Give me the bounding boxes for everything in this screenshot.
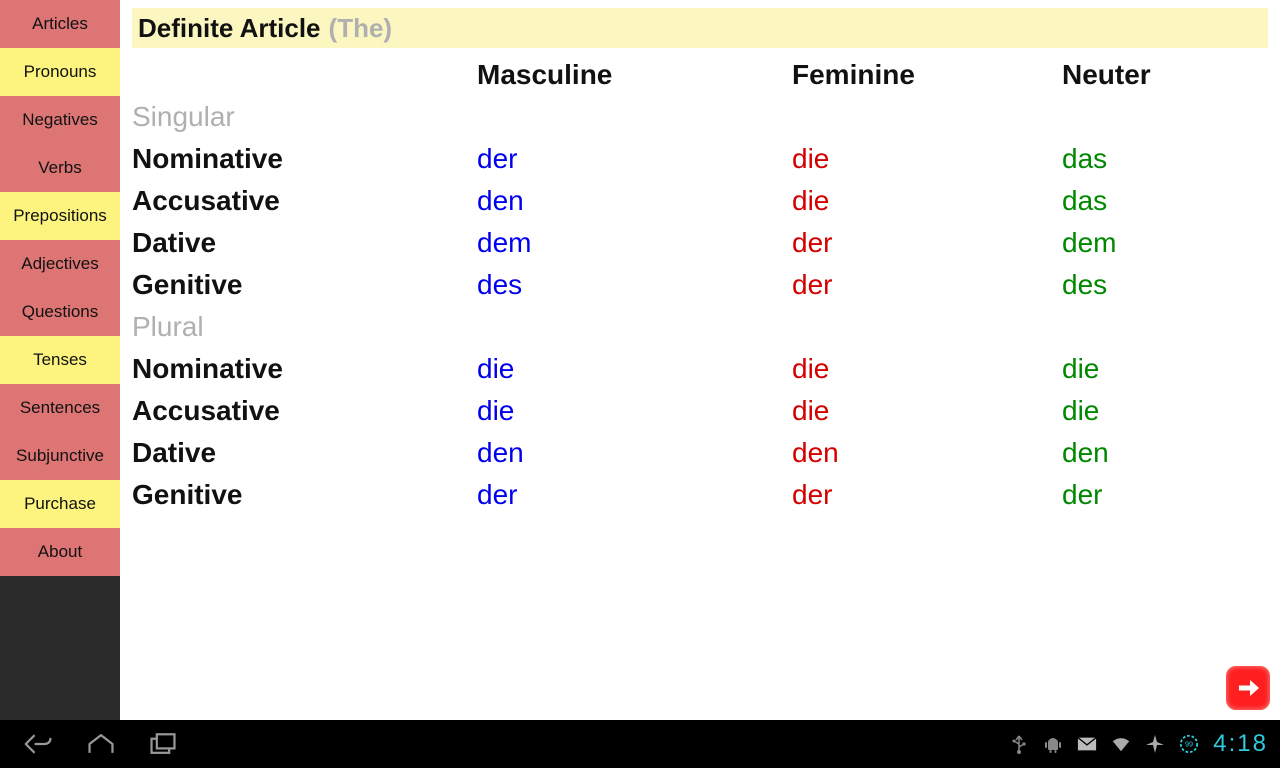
sidebar-item-questions[interactable]: Questions: [0, 288, 120, 336]
android-navbar: 99 4:18: [0, 720, 1280, 768]
cell-masculine: die: [477, 390, 792, 432]
case-label: Nominative: [132, 348, 477, 390]
case-label: Dative: [132, 432, 477, 474]
table-row: Accusativediediedie: [132, 390, 1268, 432]
section-singular: Singular: [132, 96, 1268, 138]
page-title: Definite Article (The): [132, 8, 1268, 48]
col-feminine: Feminine: [792, 54, 1062, 96]
arrow-right-icon: [1235, 675, 1261, 701]
cell-neuter: das: [1062, 138, 1268, 180]
case-label: Genitive: [132, 264, 477, 306]
title-sub: (The): [329, 13, 393, 44]
mail-icon: [1077, 734, 1097, 754]
cell-neuter: der: [1062, 474, 1268, 516]
cell-masculine: den: [477, 180, 792, 222]
table-row: Nominativediediedie: [132, 348, 1268, 390]
back-button[interactable]: [24, 729, 54, 759]
table-row: Genitivederderder: [132, 474, 1268, 516]
cell-neuter: den: [1062, 432, 1268, 474]
cell-feminine: die: [792, 390, 1062, 432]
title-main: Definite Article: [138, 13, 321, 44]
cell-feminine: der: [792, 222, 1062, 264]
sidebar-item-sentences[interactable]: Sentences: [0, 384, 120, 432]
clock: 4:18: [1213, 730, 1268, 758]
sidebar-item-verbs[interactable]: Verbs: [0, 144, 120, 192]
sidebar-item-subjunctive[interactable]: Subjunctive: [0, 432, 120, 480]
cell-feminine: die: [792, 138, 1062, 180]
sidebar: ArticlesPronounsNegativesVerbsPrepositio…: [0, 0, 120, 720]
airplane-mode-icon: [1145, 734, 1165, 754]
sidebar-item-negatives[interactable]: Negatives: [0, 96, 120, 144]
table-row: Dativedendenden: [132, 432, 1268, 474]
sidebar-item-about[interactable]: About: [0, 528, 120, 576]
col-case: [132, 54, 477, 96]
cell-masculine: des: [477, 264, 792, 306]
cell-feminine: der: [792, 264, 1062, 306]
cell-masculine: dem: [477, 222, 792, 264]
cell-neuter: die: [1062, 390, 1268, 432]
cell-neuter: dem: [1062, 222, 1268, 264]
cell-feminine: der: [792, 474, 1062, 516]
section-plural: Plural: [132, 306, 1268, 348]
cell-neuter: die: [1062, 348, 1268, 390]
next-button[interactable]: [1226, 666, 1270, 710]
table-row: Genitivedesderdes: [132, 264, 1268, 306]
usb-icon: [1009, 734, 1029, 754]
sidebar-item-prepositions[interactable]: Prepositions: [0, 192, 120, 240]
cell-feminine: den: [792, 432, 1062, 474]
col-neuter: Neuter: [1062, 54, 1268, 96]
table-row: Accusativedendiedas: [132, 180, 1268, 222]
declension-table: Masculine Feminine Neuter SingularNomina…: [132, 54, 1268, 516]
android-icon: [1043, 734, 1063, 754]
col-masculine: Masculine: [477, 54, 792, 96]
cell-feminine: die: [792, 180, 1062, 222]
cell-masculine: der: [477, 138, 792, 180]
case-label: Accusative: [132, 390, 477, 432]
cell-neuter: das: [1062, 180, 1268, 222]
wifi-icon: [1111, 734, 1131, 754]
cell-masculine: den: [477, 432, 792, 474]
recent-apps-button[interactable]: [148, 729, 178, 759]
home-button[interactable]: [86, 729, 116, 759]
case-label: Genitive: [132, 474, 477, 516]
sidebar-item-pronouns[interactable]: Pronouns: [0, 48, 120, 96]
cell-neuter: des: [1062, 264, 1268, 306]
sync-icon: 99: [1179, 734, 1199, 754]
case-label: Nominative: [132, 138, 477, 180]
case-label: Dative: [132, 222, 477, 264]
table-row: Nominativederdiedas: [132, 138, 1268, 180]
case-label: Accusative: [132, 180, 477, 222]
cell-masculine: der: [477, 474, 792, 516]
sidebar-item-articles[interactable]: Articles: [0, 0, 120, 48]
cell-feminine: die: [792, 348, 1062, 390]
svg-text:99: 99: [1185, 740, 1193, 749]
main-content: Definite Article (The) Masculine Feminin…: [120, 0, 1280, 720]
table-row: Dativedemderdem: [132, 222, 1268, 264]
cell-masculine: die: [477, 348, 792, 390]
sidebar-item-tenses[interactable]: Tenses: [0, 336, 120, 384]
sidebar-item-purchase[interactable]: Purchase: [0, 480, 120, 528]
sidebar-item-adjectives[interactable]: Adjectives: [0, 240, 120, 288]
